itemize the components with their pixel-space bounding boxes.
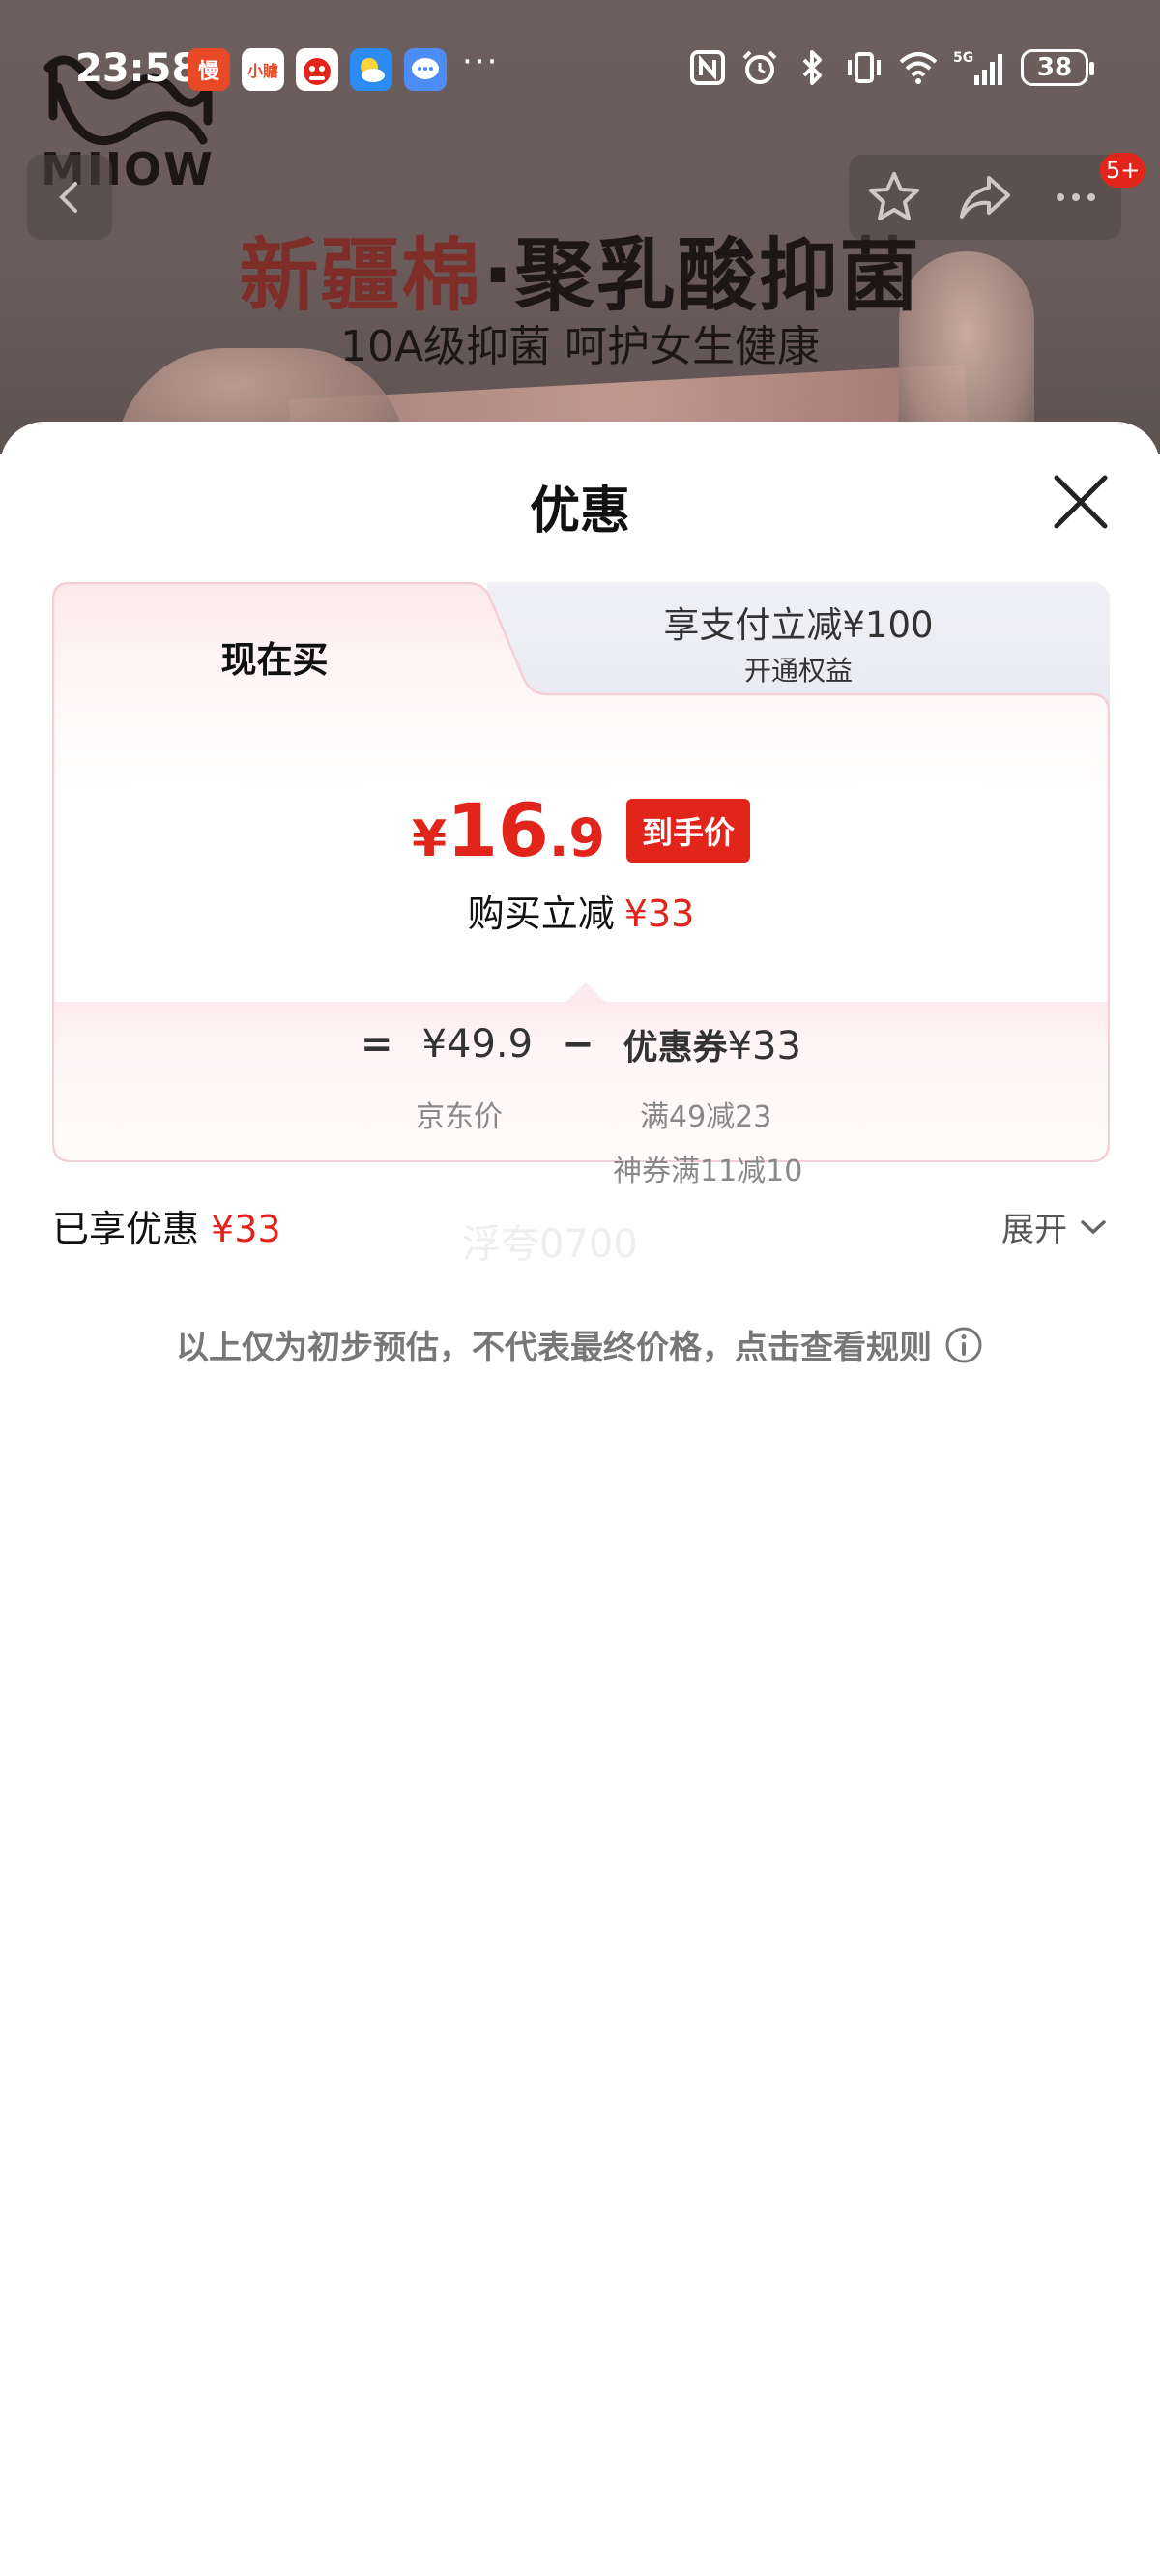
discount-sheet: 优惠 现在买 享支付立减¥100 开通权益 ¥ 16 .9 到手价 购买立减 ¥… [0,422,1160,2576]
vibrate-icon [848,52,881,83]
price-formula: = ¥49.9 − 优惠券¥33 [52,1019,1110,1069]
purchase-reduction: 购买立减 ¥33 [52,884,1110,937]
formula-pointer [565,982,607,1004]
banner-headline-rest: ·聚乳酸抑菌 [482,230,921,322]
nfc-icon [690,50,725,85]
enjoyed-discount-amount: ¥33 [211,1208,281,1250]
network-type-label: 5G [953,50,973,66]
formula-minus: − [562,1022,594,1067]
slow-app-icon: 慢 [188,48,230,91]
formula-coupon-amount: ¥33 [727,1024,801,1068]
formula-coupon-word: 优惠券 [623,1027,728,1068]
purchase-reduction-label: 购买立减 [467,893,615,935]
more-dots-icon [1057,193,1095,201]
tab-buy-now[interactable]: 现在买 [52,630,497,683]
formula-jd-price: ¥49.9 [421,1022,534,1067]
jd-price-label: 京东价 [416,1100,503,1134]
tab-pay-discount-label: 享支付立减¥100 [663,604,934,646]
formula-equals: = [361,1022,393,1067]
bluetooth-icon [802,50,822,85]
rules-disclaimer[interactable]: 以上仅为初步预估，不代表最终价格，点击查看规则 [0,1321,1160,1368]
final-price-tag: 到手价 [626,798,751,863]
watermark-text: 浮夸0700 [462,1222,638,1267]
battery-indicator: 38 [1021,49,1094,86]
coupon-detail-2: 神券满11减10 [613,1155,803,1188]
notification-app-icons: 慢 小䞊 [188,48,447,91]
status-bar: 23:58 慢 小䞊 ··· 5G 38 [0,39,1160,106]
expand-button[interactable]: 展开 [1001,1203,1108,1250]
price-breakdown-card: 现在买 享支付立减¥100 开通权益 ¥ 16 .9 到手价 购买立减 ¥33 =… [52,582,1110,1188]
info-icon [945,1327,982,1362]
tab-pay-discount-sublabel: 开通权益 [743,655,853,687]
messages-app-icon [404,48,447,91]
more-badge: 5+ [1100,153,1146,188]
alarm-icon [742,50,777,84]
banner-subline: 10A级抑菌 呵护女生健康 [339,322,821,371]
final-price-currency: ¥ [411,810,448,868]
final-price: ¥ 16 .9 [412,787,605,873]
star-icon [869,172,919,220]
more-notifications-icon: ··· [462,43,500,81]
banner-headline-accent: 新疆棉 [239,230,483,322]
formula-coupon: 优惠券¥33 [624,1019,801,1069]
enjoyed-discount: 已享优惠 ¥33 [52,1199,281,1252]
system-status-icons: 5G 38 [688,48,1094,87]
chevron-down-icon [1081,1219,1106,1234]
final-price-decimal: .9 [548,807,606,868]
back-button[interactable] [27,155,112,240]
tab-pay-discount[interactable]: 享支付立减¥100 开通权益 [487,596,1110,688]
share-icon [960,176,1010,219]
enjoyed-discount-label: 已享优惠 [52,1208,200,1250]
final-price-row: ¥ 16 .9 到手价 [52,787,1110,873]
xiaohongshu-app-icon: 小䞊 [242,48,284,91]
disclaimer-text: 以上仅为初步预估，不代表最终价格，点击查看规则 [176,1329,932,1367]
weather-app-icon [350,48,392,91]
favorite-button[interactable] [856,159,933,236]
status-time: 23:58 [75,46,199,91]
close-icon[interactable] [1049,470,1113,534]
purchase-reduction-amount: ¥33 [624,893,695,935]
chevron-left-icon [59,182,77,213]
top-action-group [849,155,1121,240]
sheet-title: 优惠 [529,483,630,541]
coupon-detail-1: 满49减23 [640,1100,772,1134]
share-button[interactable] [946,159,1024,236]
expand-label: 展开 [1001,1211,1067,1249]
cellular-signal-icon: 5G [953,50,1002,85]
final-price-integer: 16 [447,787,549,873]
wifi-icon [899,52,938,84]
jd-app-icon [296,48,338,91]
